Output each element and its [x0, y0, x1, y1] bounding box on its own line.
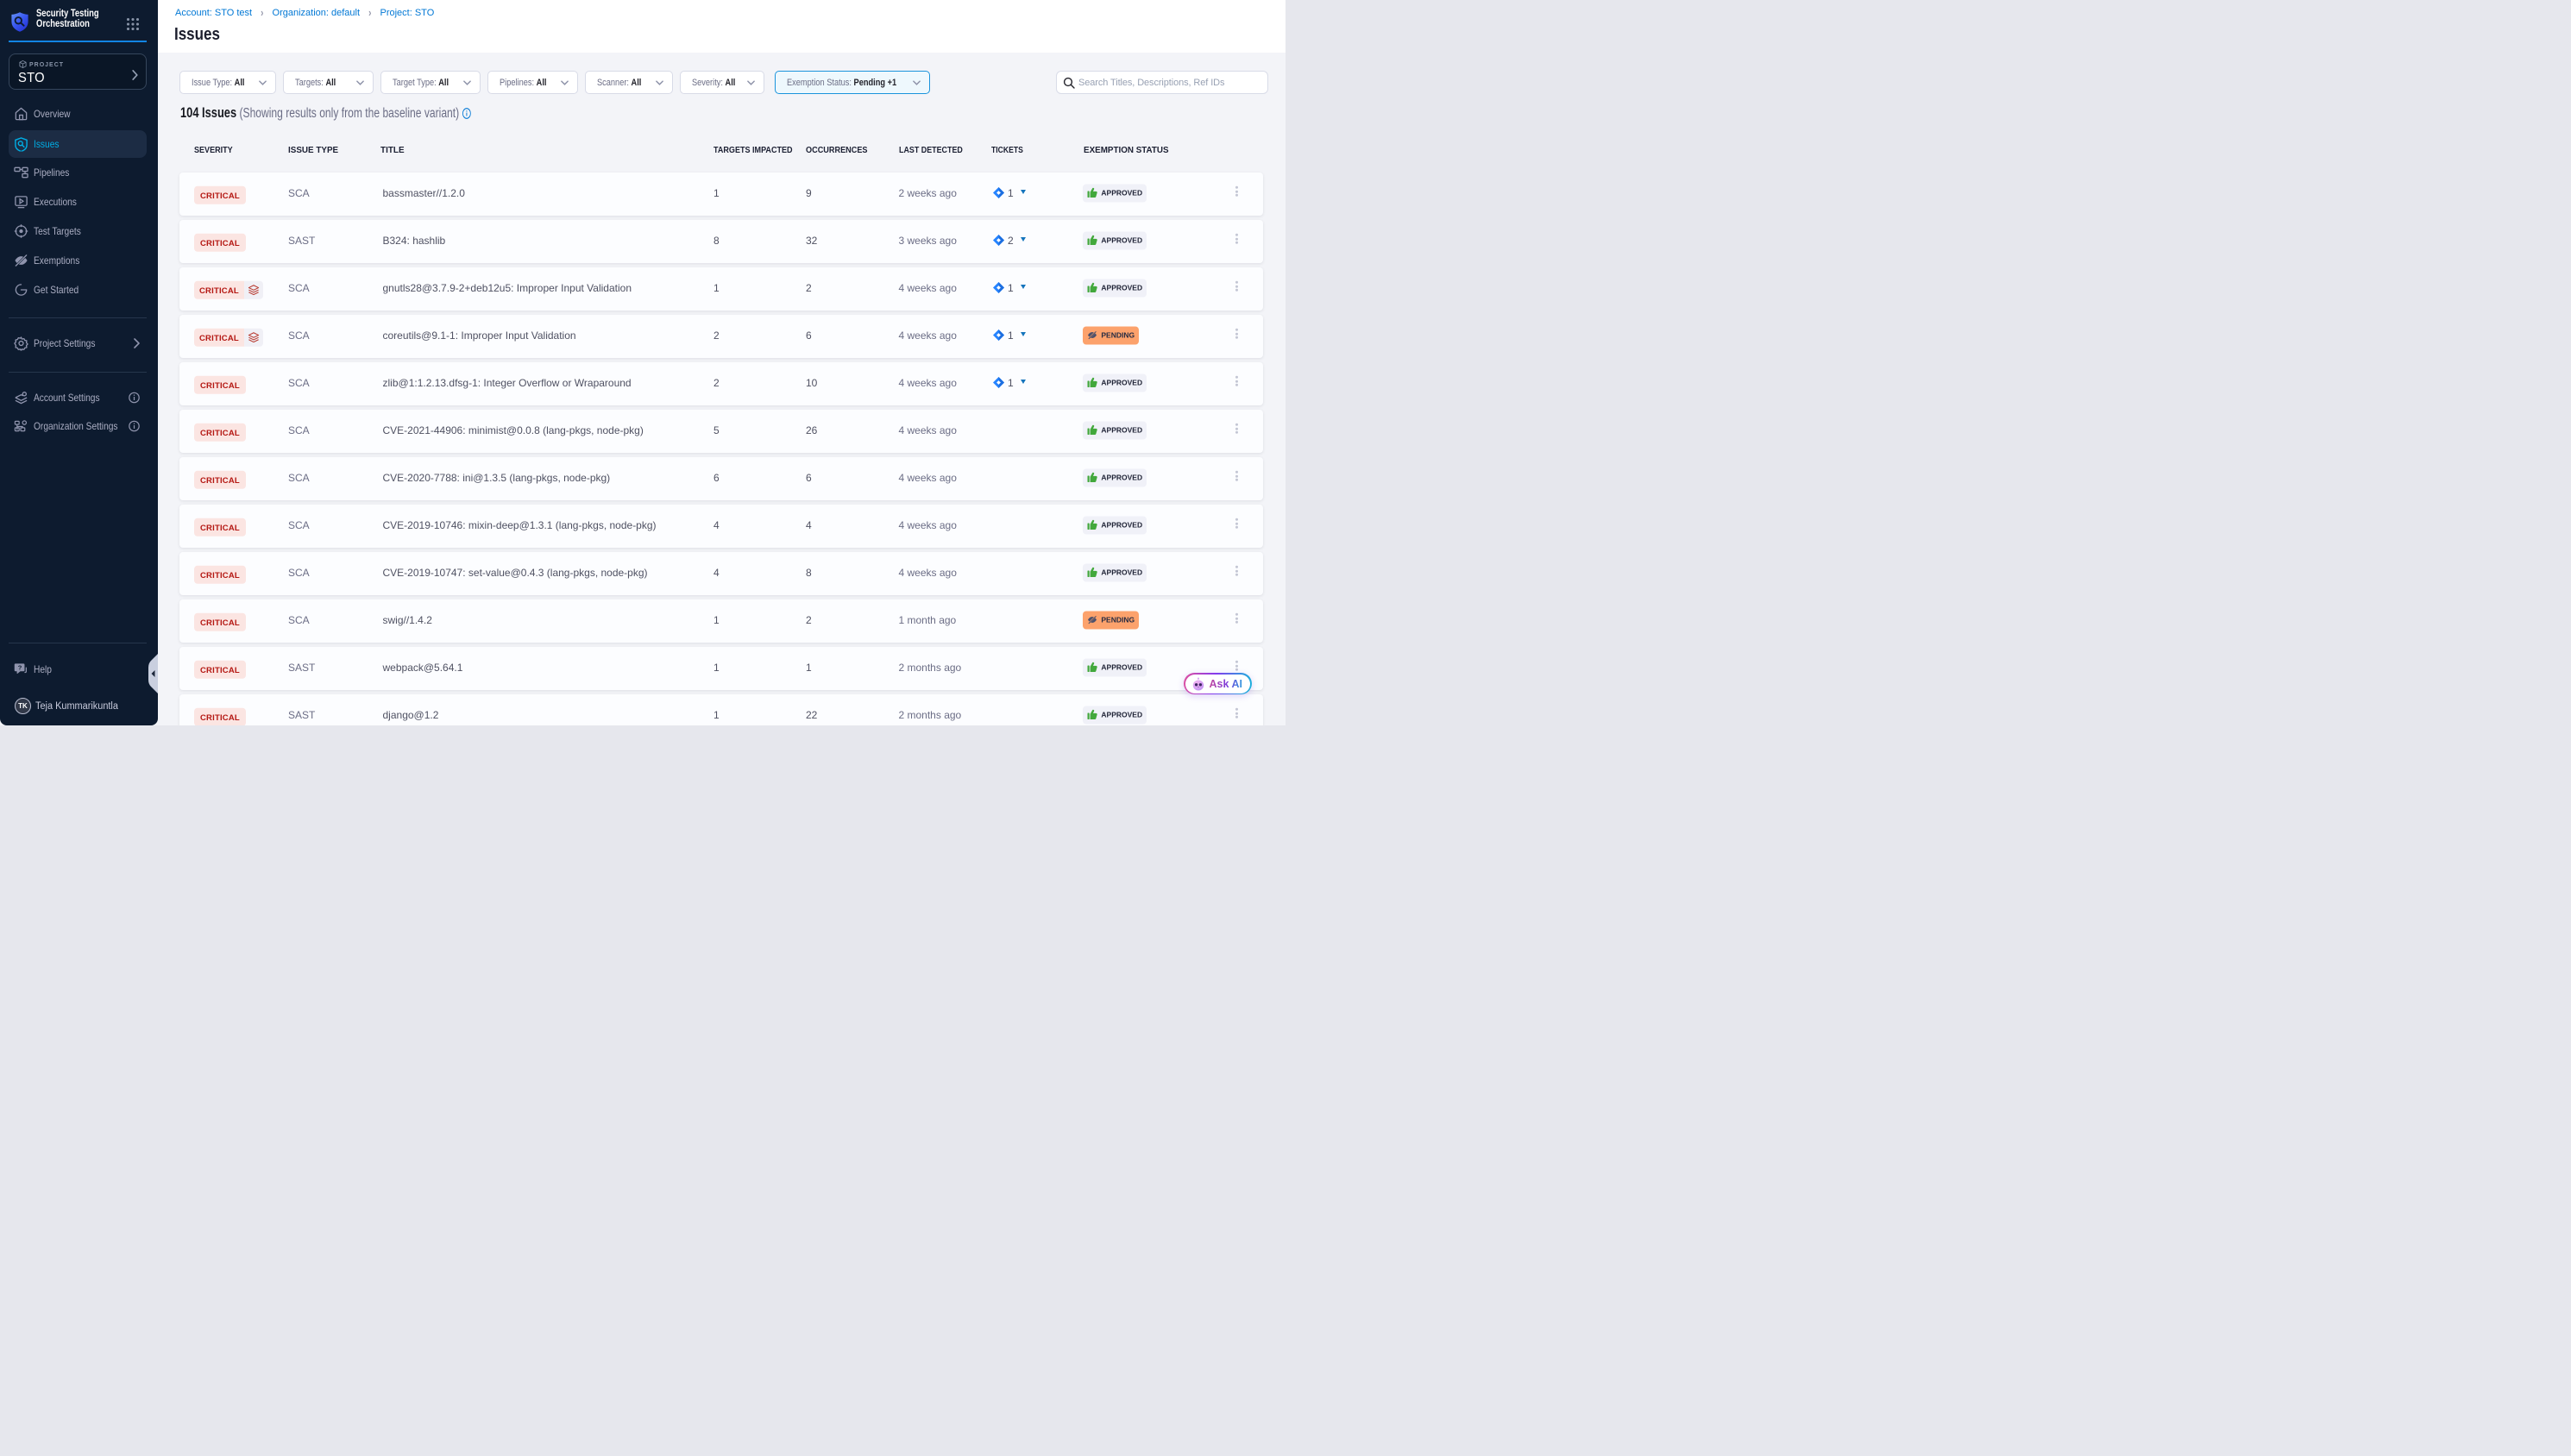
svg-text:?: ? — [18, 663, 22, 671]
